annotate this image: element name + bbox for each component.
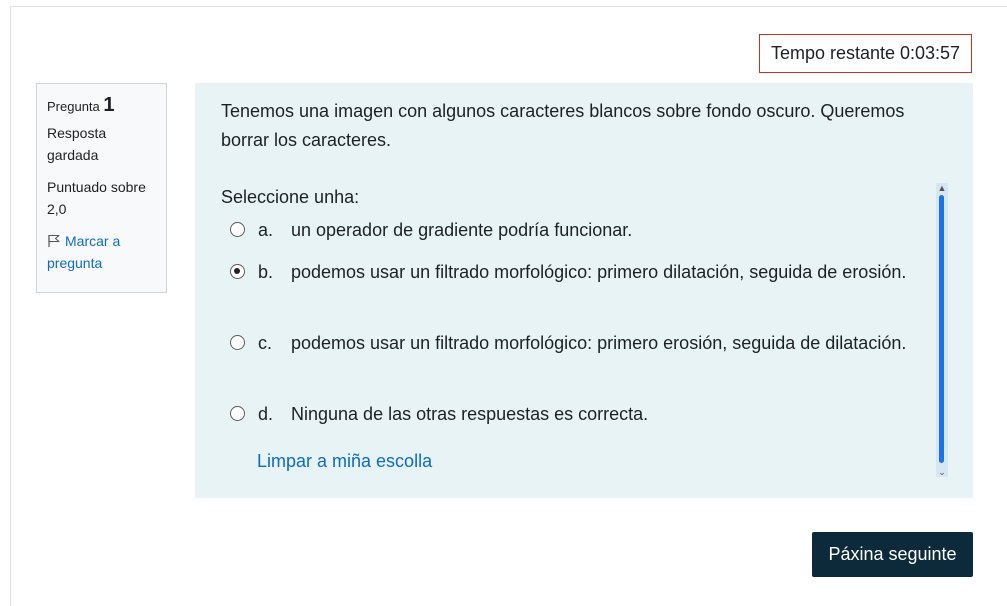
next-page-button[interactable]: Páxina seguinte	[812, 532, 973, 577]
option-text: Ninguna de las otras respuestas es corre…	[291, 404, 649, 424]
option-letter: c.	[258, 333, 273, 353]
flag-question-link[interactable]: Marcar a pregunta	[47, 230, 156, 274]
flag-icon	[47, 232, 61, 247]
option-text: un operador de gradiente podría funciona…	[291, 220, 633, 240]
scroll-down-icon[interactable]: ⌄	[936, 467, 948, 477]
answer-option-b[interactable]: b. podemos usar un filtrado morfológico:…	[230, 258, 920, 314]
question-number-value: 1	[103, 94, 115, 116]
scrollbar-thumb[interactable]	[939, 195, 944, 463]
question-state: Resposta gardada	[47, 125, 107, 163]
question-grade: Puntuado sobre 2,0	[47, 179, 146, 217]
option-text: podemos usar un filtrado morfológico: pr…	[291, 262, 907, 282]
clear-choice-link[interactable]: Limpar a miña escolla	[257, 447, 432, 475]
option-letter: d.	[258, 404, 274, 424]
question-content: Tenemos una imagen con algunos caractere…	[195, 83, 973, 498]
radio-option-a[interactable]	[230, 222, 245, 237]
option-letter: b.	[258, 262, 274, 282]
question-number: Pregunta 1	[47, 94, 156, 118]
answer-prompt: Seleccione unha:	[221, 187, 360, 207]
radio-option-c[interactable]	[230, 335, 245, 350]
answer-option-c[interactable]: c. podemos usar un filtrado morfológico:…	[230, 329, 920, 385]
option-text: podemos usar un filtrado morfológico: pr…	[291, 333, 907, 353]
radio-option-b[interactable]	[230, 264, 245, 279]
question-info-panel: Pregunta 1 Resposta gardada Puntuado sob…	[36, 83, 167, 293]
answer-option-d[interactable]: d. Ninguna de las otras respuestas es co…	[230, 400, 920, 428]
scroll-up-icon[interactable]: ▲	[936, 183, 948, 193]
radio-option-d[interactable]	[230, 406, 245, 421]
answer-option-a[interactable]: a. un operador de gradiente podría funci…	[230, 216, 920, 244]
option-letter: a.	[258, 220, 274, 240]
question-label: Pregunta	[47, 99, 100, 114]
question-text: Tenemos una imagen con algunos caractere…	[221, 101, 905, 150]
answer-scrollbar[interactable]: ▲ ⌄	[936, 183, 948, 477]
time-remaining: Tempo restante 0:03:57	[759, 34, 972, 73]
